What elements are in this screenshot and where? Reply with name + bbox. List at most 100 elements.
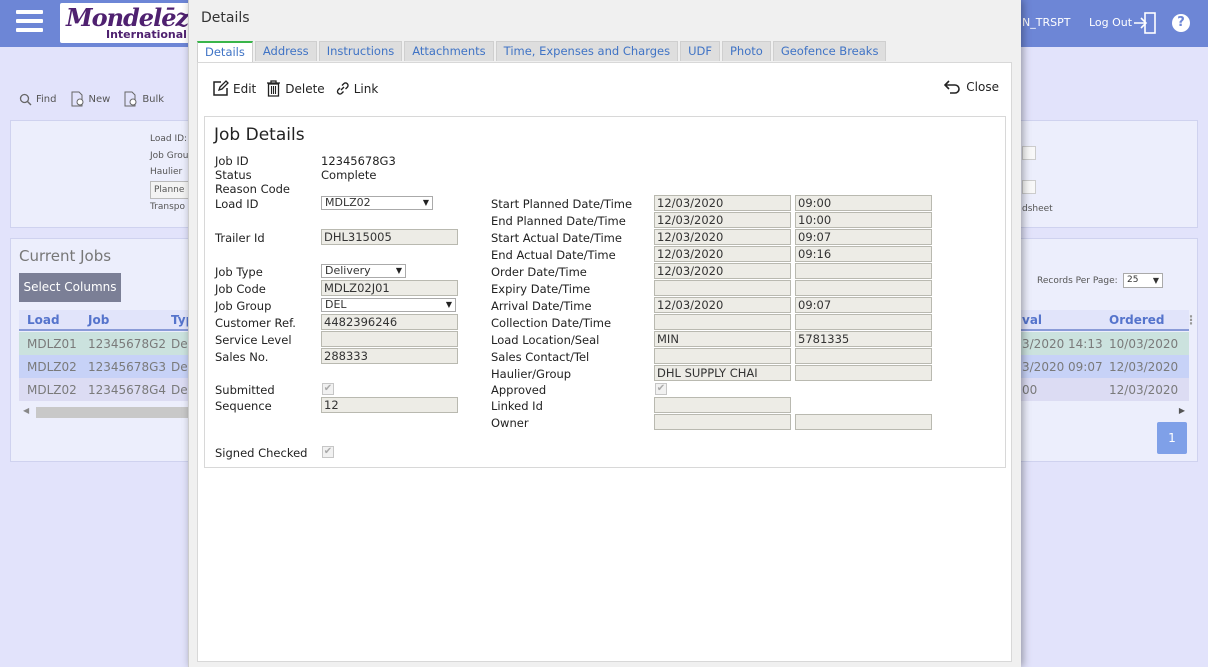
tab-geofence-breaks[interactable]: Geofence Breaks [772,41,887,61]
tab-details[interactable]: Details [197,41,253,62]
trailer-id-field[interactable]: DHL315005 [321,229,458,245]
trailer-id-label: Trailer Id [215,231,265,245]
group-field[interactable] [795,365,932,381]
owner-field[interactable] [654,414,791,430]
column-header-ordered[interactable]: Ordered [1109,313,1165,327]
table-cell-type: De [171,337,188,351]
job-details-section: Job Details Job ID 12345678G3 Status Com… [204,116,1006,468]
undo-arrow-icon [944,80,961,94]
tab-time-expenses-charges[interactable]: Time, Expenses and Charges [495,41,679,61]
delete-button[interactable]: Delete [266,80,325,97]
sales-no-field[interactable]: 288333 [321,348,458,364]
trash-icon [267,80,281,97]
filter-checkbox[interactable] [1022,180,1036,194]
tab-attachments[interactable]: Attachments [404,41,494,61]
column-header-arrival[interactable]: val [1022,313,1042,327]
tab-instructions[interactable]: Instructions [318,41,403,61]
bulk-button[interactable]: Bulk [124,91,164,107]
load-location-field[interactable]: MIN [654,331,791,347]
job-type-select[interactable]: Delivery ▼ [321,264,406,278]
approved-label: Approved [491,383,547,397]
approved-checkbox[interactable]: ✔ [655,383,667,395]
table-cell-type: De [171,360,188,374]
find-button[interactable]: Find [19,93,57,106]
details-dialog: Details Details Address Instructions Att… [188,0,1021,667]
new-document-icon [71,91,83,107]
pagination-page-button[interactable]: 1 [1157,422,1187,454]
tel-field[interactable] [795,348,932,364]
filter-checkbox[interactable] [1022,146,1036,160]
new-button[interactable]: New [71,91,110,107]
expiry-time-field[interactable] [795,280,932,296]
service-level-field[interactable] [321,331,458,347]
start-actual-date-field[interactable]: 12/03/2020 [654,229,791,245]
records-per-page-select[interactable]: 25 ▼ [1123,273,1163,288]
sequence-label: Sequence [215,399,272,413]
order-label: Order Date/Time [491,265,587,279]
reason-code-label: Reason Code [215,182,291,196]
start-planned-date-field[interactable]: 12/03/2020 [654,195,791,211]
current-jobs-title: Current Jobs [19,247,112,265]
section-title: Job Details [214,125,305,145]
close-button[interactable]: Close [944,80,999,94]
haulier-field[interactable]: DHL SUPPLY CHAI [654,365,791,381]
hamburger-menu-icon[interactable] [16,10,43,34]
end-actual-time-field[interactable]: 09:16 [795,246,932,262]
table-cell-job: 12345678G3 [88,360,167,374]
spreadsheet-label: dsheet [1022,204,1053,214]
arrival-time-field[interactable]: 09:07 [795,297,932,313]
start-actual-time-field[interactable]: 09:07 [795,229,932,245]
owner-secondary-field[interactable] [795,414,932,430]
start-actual-label: Start Actual Date/Time [491,231,622,245]
arrival-date-field[interactable]: 12/03/2020 [654,297,791,313]
job-code-label: Job Code [215,282,266,296]
help-icon[interactable]: ? [1172,14,1190,32]
column-header-job[interactable]: Job [88,313,109,327]
tab-address[interactable]: Address [254,41,317,61]
job-code-field[interactable]: MDLZ02J01 [321,280,458,296]
table-cell-ordered: 12/03/2020 [1109,383,1179,397]
link-button[interactable]: Link [335,81,378,96]
filter-labels: Load ID: Job Grou Haulier Planne Transpo [150,134,190,212]
haulier-label: Haulier/Group [491,367,572,381]
logout-link[interactable]: Log Out [1089,16,1132,29]
start-planned-time-field[interactable]: 09:00 [795,195,932,211]
table-cell-ordered: 12/03/2020 [1109,360,1179,374]
end-planned-time-field[interactable]: 10:00 [795,212,932,228]
customer-ref-field[interactable]: 4482396246 [321,314,458,330]
load-id-label: Load ID [215,197,259,211]
job-group-select[interactable]: DEL ▼ [321,298,456,312]
status-value: Complete [321,168,377,182]
end-actual-date-field[interactable]: 12/03/2020 [654,246,791,262]
bulk-document-icon [124,91,137,107]
linked-id-field[interactable] [654,397,791,413]
details-toolbar: Edit Delete Link [212,80,388,97]
end-planned-date-field[interactable]: 12/03/2020 [654,212,791,228]
table-cell-load: MDLZ01 [27,337,77,351]
submitted-checkbox[interactable]: ✔ [322,383,334,395]
table-cell-arrival: 00 [1022,383,1038,397]
job-group-label: Job Group [215,299,272,313]
signed-checked-checkbox[interactable]: ✔ [322,446,334,458]
order-time-field[interactable] [795,263,932,279]
tab-udf[interactable]: UDF [680,41,720,61]
table-cell-job: 12345678G2 [88,337,167,351]
table-cell-ordered: 10/03/2020 [1109,337,1179,351]
collection-date-field[interactable] [654,314,791,330]
sequence-field[interactable]: 12 [321,397,458,413]
end-planned-label: End Planned Date/Time [491,214,626,228]
service-level-label: Service Level [215,333,292,347]
expiry-date-field[interactable] [654,280,791,296]
tab-photo[interactable]: Photo [722,41,771,61]
logout-icon[interactable] [1133,12,1157,34]
order-date-field[interactable]: 12/03/2020 [654,263,791,279]
edit-button[interactable]: Edit [212,80,256,97]
collection-time-field[interactable] [795,314,932,330]
load-id-select[interactable]: MDLZ02 ▼ [321,196,433,210]
select-columns-button[interactable]: Select Columns [19,273,121,302]
details-tabs: Details Address Instructions Attachments… [197,41,888,62]
seal-field[interactable]: 5781335 [795,331,932,347]
sales-contact-field[interactable] [654,348,791,364]
job-id-label: Job ID [215,154,249,168]
column-header-load[interactable]: Load [27,313,60,327]
